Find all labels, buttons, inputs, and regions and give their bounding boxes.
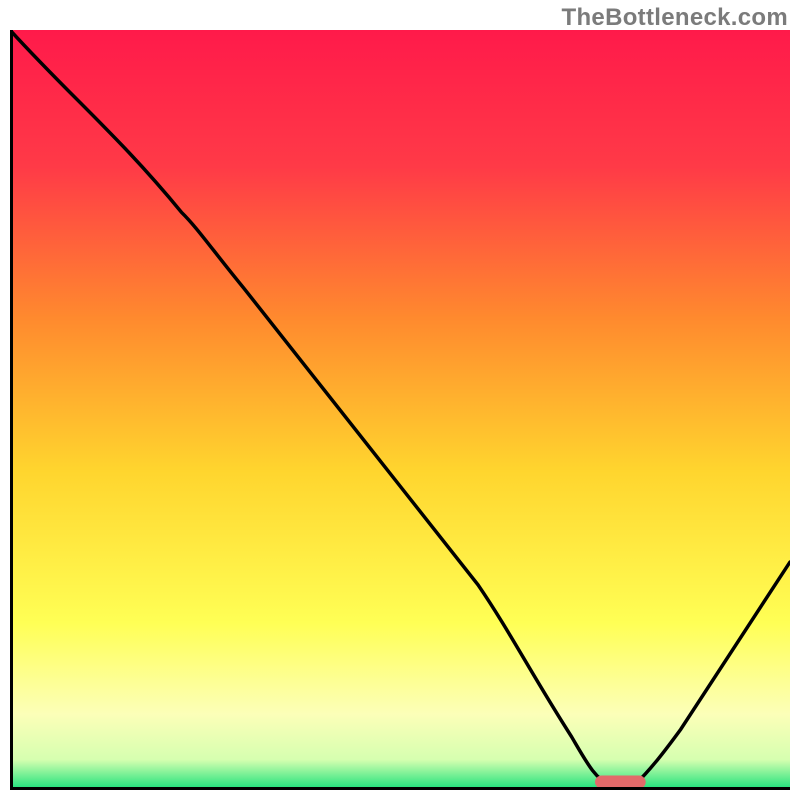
optimal-marker — [595, 776, 646, 789]
watermark-text: TheBottleneck.com — [562, 4, 788, 32]
bottleneck-chart — [10, 30, 790, 790]
heatmap-background — [10, 30, 790, 790]
chart-stage: TheBottleneck.com — [0, 0, 800, 800]
